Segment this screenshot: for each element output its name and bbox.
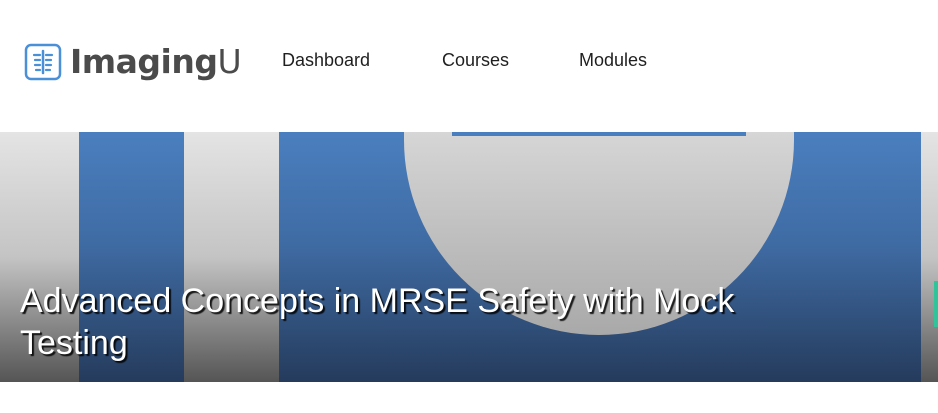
site-logo[interactable]: Imaging U — [24, 42, 242, 81]
logo-wordmark: Imaging U — [70, 42, 242, 81]
scan-icon — [24, 43, 62, 81]
logo-text-bold: Imaging — [70, 42, 218, 81]
nav-item-dashboard[interactable]: Dashboard — [282, 48, 370, 72]
site-header: Imaging U Dashboard Courses Modules — [0, 0, 938, 132]
side-tab-accent[interactable] — [934, 281, 938, 327]
course-title: Advanced Concepts in MRSE Safety with Mo… — [20, 282, 735, 362]
logo-text-light: U — [217, 42, 242, 81]
nav-item-courses[interactable]: Courses — [442, 48, 509, 72]
nav-item-modules[interactable]: Modules — [579, 48, 647, 72]
course-hero-banner: Advanced Concepts in MRSE Safety with Mo… — [0, 132, 938, 382]
